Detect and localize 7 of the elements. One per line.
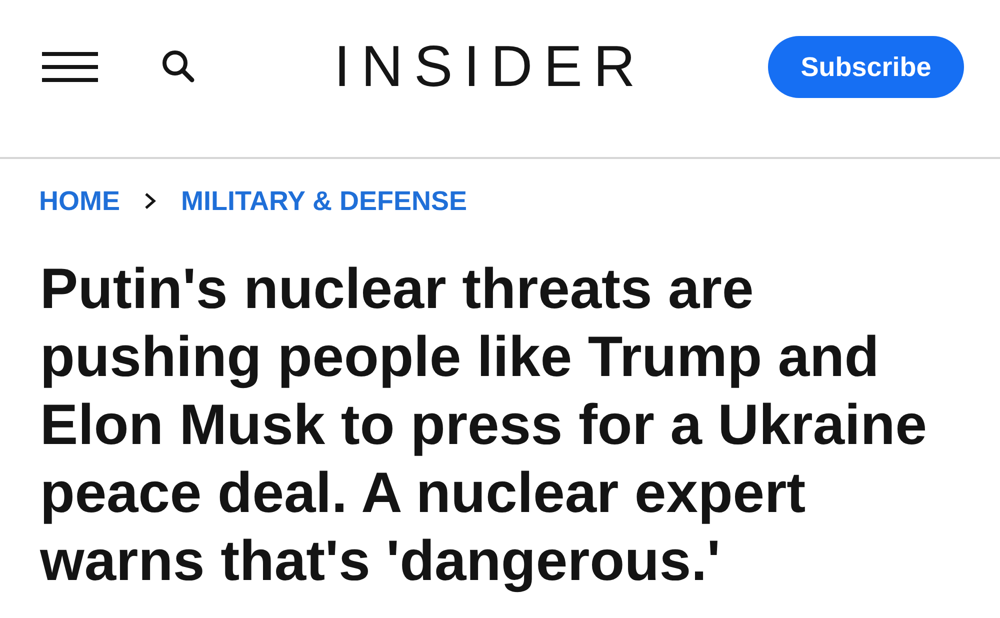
breadcrumb-link[interactable]: HOME: [39, 185, 120, 217]
site-logo[interactable]: INSIDER: [334, 38, 646, 96]
subscribe-button[interactable]: Subscribe: [768, 36, 964, 98]
menu-icon[interactable]: [42, 52, 98, 82]
article-headline: Putin's nuclear threats are pushing people like Trump and Elon Musk to press for a Ukraine peace deal. A nuclear expert warns that's 'dangerous.': [40, 256, 928, 595]
breadcrumb-link[interactable]: MILITARY & DEFENSE: [181, 185, 468, 217]
chevron-icon: [144, 192, 156, 210]
